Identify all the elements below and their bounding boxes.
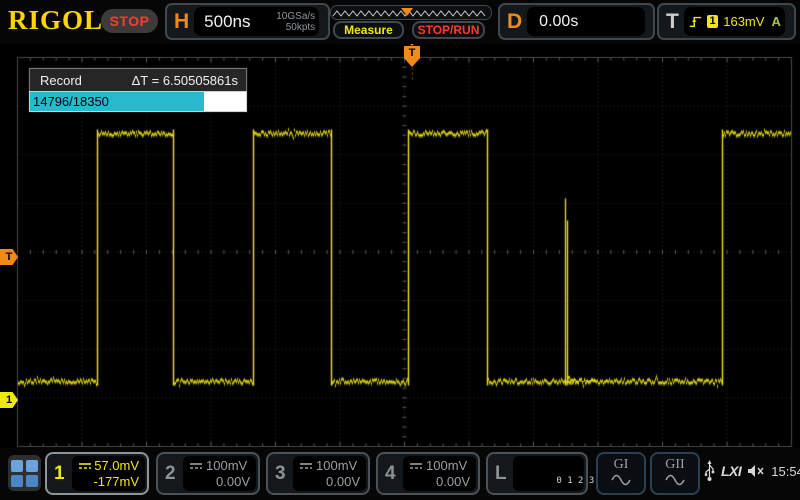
memory-trigger-marker	[401, 8, 413, 16]
record-progress-bar: 14796/18350	[29, 91, 247, 112]
record-progress-text: 14796/18350	[33, 92, 109, 112]
trigger-panel[interactable]: T 1 163mV A	[657, 3, 796, 40]
timebase-box: 500ns 10GSa/s 50kpts	[194, 7, 319, 36]
logic-label: L	[495, 463, 507, 485]
delay-box: 0.00s	[527, 7, 645, 36]
channel-4-values: 100mV 0.00V	[403, 456, 476, 491]
top-status-bar: RIGOL STOP H 500ns 10GSa/s 50kpts Measur…	[0, 0, 800, 44]
record-title: Record	[40, 73, 82, 88]
status-icons: LXI 15:54	[704, 460, 800, 482]
menu-tile-icon	[11, 460, 23, 472]
channel-4-offset: 0.00V	[407, 473, 470, 490]
channel-3-box[interactable]: 3 100mV 0.00V	[266, 452, 370, 495]
measure-button[interactable]: Measure	[333, 21, 404, 39]
channel-1-number: 1	[54, 463, 65, 485]
trigger-sweep-mode: A	[771, 14, 780, 29]
acquisition-rates: 10GSa/s 50kpts	[276, 11, 315, 33]
dc-coupling-icon	[189, 462, 203, 470]
trigger-source-badge: 1	[707, 15, 718, 28]
channel-1-scale: 57.0mV	[94, 458, 139, 473]
trigger-slope-icon	[689, 14, 702, 29]
speaker-muted-icon	[747, 464, 765, 478]
logic-channels-box[interactable]: L 0 1 2 3 4 5 6 7 8 9 1011 12131415	[486, 452, 588, 495]
brand-logo: RIGOL	[8, 5, 103, 36]
bottom-status-bar: 1 57.0mV -177mV 2 100mV 0.00V 3	[0, 448, 800, 500]
oscilloscope-screen: RIGOL STOP H 500ns 10GSa/s 50kpts Measur…	[0, 0, 800, 500]
channel-2-number: 2	[165, 463, 176, 485]
timebase-value: 500ns	[204, 12, 250, 32]
sine-wave-icon	[664, 474, 686, 486]
channel-1-box[interactable]: 1 57.0mV -177mV	[45, 452, 149, 495]
memory-waveform-icon	[331, 6, 491, 19]
record-overlay: Record ΔT = 6.50505861s 14796/18350	[28, 67, 248, 113]
dc-coupling-icon	[409, 462, 423, 470]
channel-1-values: 57.0mV -177mV	[72, 456, 145, 491]
memory-depth: 50kpts	[286, 22, 315, 33]
logic-channel-list: 0 1 2 3 4 5 6 7 8 9 1011 12131415	[513, 456, 584, 491]
trigger-box: 1 163mV A	[684, 7, 785, 36]
channel-2-box[interactable]: 2 100mV 0.00V	[156, 452, 260, 495]
dc-coupling-icon	[299, 462, 313, 470]
channel-2-scale: 100mV	[206, 458, 250, 473]
trigger-label: T	[659, 10, 684, 34]
dc-coupling-icon	[78, 462, 91, 470]
channel-3-scale: 100mV	[316, 458, 360, 473]
run-state-badge: STOP	[101, 9, 158, 33]
sine-wave-icon	[610, 474, 632, 486]
horizontal-label: H	[167, 10, 194, 34]
lxi-logo: LXI	[721, 463, 741, 479]
channel-4-box[interactable]: 4 100mV 0.00V	[376, 452, 480, 495]
record-delta-t: ΔT = 6.50505861s	[132, 73, 238, 88]
trigger-level-value: 163mV	[723, 14, 764, 29]
clock: 15:54	[771, 464, 800, 479]
delay-label: D	[500, 10, 527, 34]
record-title-row: Record ΔT = 6.50505861s	[29, 68, 247, 91]
memory-position-bar[interactable]	[330, 5, 492, 20]
sample-rate: 10GSa/s	[276, 11, 315, 22]
channel-2-offset: 0.00V	[187, 473, 250, 490]
stop-run-button[interactable]: STOP/RUN	[412, 21, 485, 39]
channel-1-offset: -177mV	[76, 473, 139, 490]
source-gi-label: GI	[598, 457, 644, 473]
channel-3-values: 100mV 0.00V	[293, 456, 366, 491]
menu-button[interactable]	[8, 455, 41, 491]
channel-4-number: 4	[385, 463, 396, 485]
usb-icon	[704, 460, 715, 482]
horizontal-panel[interactable]: H 500ns 10GSa/s 50kpts	[165, 3, 330, 40]
delay-value: 0.00s	[539, 13, 578, 31]
delay-panel[interactable]: D 0.00s	[498, 3, 655, 40]
channel-3-number: 3	[275, 463, 286, 485]
source-gii-label: GII	[652, 457, 698, 473]
source-gi-button[interactable]: GI	[596, 452, 646, 495]
channel-3-offset: 0.00V	[297, 473, 360, 490]
channel-2-values: 100mV 0.00V	[183, 456, 256, 491]
channel-4-scale: 100mV	[426, 458, 470, 473]
source-gii-button[interactable]: GII	[650, 452, 700, 495]
